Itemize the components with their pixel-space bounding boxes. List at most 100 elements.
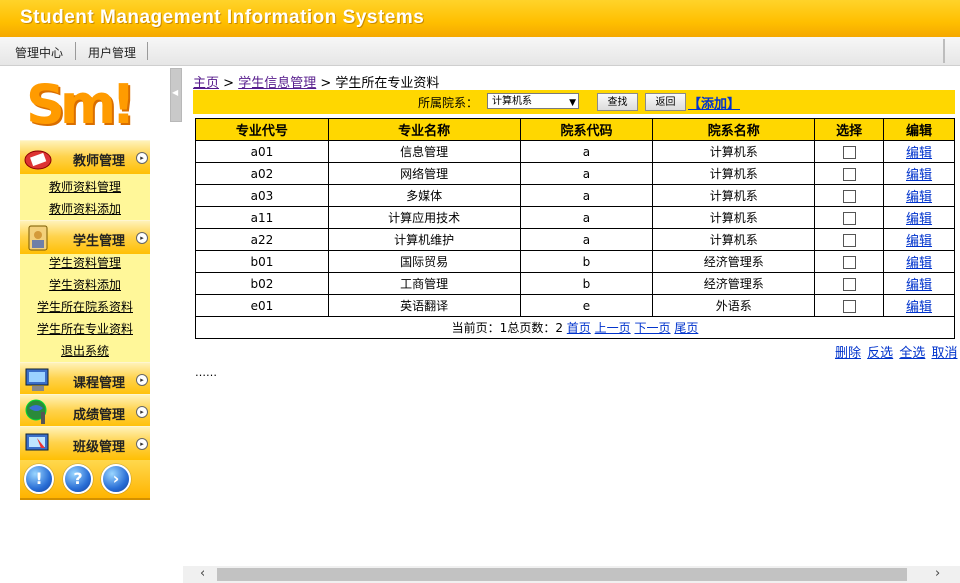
major-table: 专业代号 专业名称 院系代码 院系名称 选择 编辑 a01 信息管理 a 计算机… <box>195 118 955 339</box>
sidebar-link-student-manage[interactable]: 学生资料管理 <box>20 254 150 271</box>
cell-dept-name: 计算机系 <box>652 162 816 185</box>
cell-edit: 编辑 <box>883 206 955 229</box>
cell-major-name: 计算机维护 <box>327 228 521 251</box>
cell-major-name: 多媒体 <box>327 184 521 207</box>
edit-link[interactable]: 编辑 <box>906 278 932 293</box>
pager-total-label: 总页数： <box>507 321 556 335</box>
pager-total: 2 <box>555 321 563 335</box>
sidebar-section-label: 教师管理 <box>73 154 126 169</box>
cell-dept-code: a <box>519 228 654 251</box>
col-header-select: 选择 <box>814 118 885 141</box>
scroll-right-icon[interactable]: › <box>935 566 940 581</box>
edit-link[interactable]: 编辑 <box>906 146 932 161</box>
cell-major-code: e01 <box>195 294 329 317</box>
cell-dept-name: 经济管理系 <box>652 272 816 295</box>
sidebar-section-label: 班级管理 <box>73 440 126 455</box>
department-select[interactable]: 计算机系 ▼ <box>487 93 579 109</box>
help-icon[interactable]: ? <box>63 464 93 494</box>
sidebar-section-class[interactable]: 班级管理 ▸ <box>20 426 150 462</box>
back-button[interactable]: 返回 <box>645 93 686 111</box>
horizontal-scrollbar[interactable]: ‹ › <box>183 566 960 583</box>
row-checkbox[interactable] <box>842 299 856 313</box>
sidebar-link-student-department[interactable]: 学生所在院系资料 <box>20 298 150 315</box>
department-filter-label: 所属院系： <box>418 96 479 110</box>
add-link[interactable]: 【添加】 <box>688 93 740 112</box>
chevron-right-icon[interactable]: ▸ <box>136 374 148 386</box>
info-icon[interactable]: ! <box>24 464 54 494</box>
sidebar-section-grade[interactable]: 成绩管理 ▸ <box>20 394 150 430</box>
table-row: a01 信息管理 a 计算机系 编辑 <box>195 140 955 163</box>
cell-dept-name: 计算机系 <box>652 206 816 229</box>
sidebar-section-student[interactable]: 学生管理 ▸ <box>20 220 150 256</box>
cell-edit: 编辑 <box>883 294 955 317</box>
breadcrumb: 主页 > 学生信息管理 > 学生所在专业资料 <box>193 72 439 91</box>
cancel-link[interactable]: 取消 <box>931 346 957 361</box>
pager-last-link[interactable]: 尾页 <box>674 321 698 335</box>
sidebar-body-student: 学生资料管理 学生资料添加 学生所在院系资料 学生所在专业资料 退出系统 <box>20 254 150 362</box>
sidebar-section-teacher[interactable]: 教师管理 ▸ <box>20 140 150 176</box>
cell-major-name: 计算应用技术 <box>327 206 521 229</box>
sidebar-link-logout[interactable]: 退出系统 <box>20 342 150 359</box>
row-checkbox[interactable] <box>842 233 856 247</box>
scroll-left-icon[interactable]: ‹ <box>200 566 205 581</box>
sidebar-section-label: 学生管理 <box>73 234 126 249</box>
sidebar-link-teacher-manage[interactable]: 教师资料管理 <box>20 178 150 195</box>
row-checkbox[interactable] <box>842 255 856 269</box>
sidebar: Sm! 教师管理 ▸ 教师资料管理 教师资料添加 学生管理 ▸ 学生资料管理 学… <box>20 68 150 500</box>
filter-bar: 所属院系： 计算机系 ▼ 查找 返回 【添加】 <box>193 90 955 114</box>
breadcrumb-parent[interactable]: 学生信息管理 <box>238 76 316 91</box>
pager-first-link[interactable]: 首页 <box>567 321 591 335</box>
row-checkbox[interactable] <box>842 277 856 291</box>
student-icon <box>28 225 48 251</box>
footer-ellipsis: …… <box>195 366 217 379</box>
row-checkbox[interactable] <box>842 211 856 225</box>
cell-dept-code: b <box>519 272 654 295</box>
chevron-right-icon[interactable]: ▸ <box>136 152 148 164</box>
pager-prev-link[interactable]: 上一页 <box>595 321 631 335</box>
breadcrumb-home[interactable]: 主页 <box>193 76 219 91</box>
scrollbar-thumb[interactable] <box>217 568 907 581</box>
breadcrumb-separator: > <box>320 76 332 91</box>
cell-edit: 编辑 <box>883 228 955 251</box>
col-header-dept-name: 院系名称 <box>652 118 816 141</box>
row-checkbox[interactable] <box>842 167 856 181</box>
department-select-value: 计算机系 <box>492 96 532 107</box>
sidebar-collapse-handle[interactable]: ◀ <box>170 68 182 122</box>
row-checkbox[interactable] <box>842 189 856 203</box>
table-row: b01 国际贸易 b 经济管理系 编辑 <box>195 250 955 273</box>
delete-link[interactable]: 删除 <box>835 346 861 361</box>
cell-select <box>814 272 885 295</box>
edit-link[interactable]: 编辑 <box>906 190 932 205</box>
edit-link[interactable]: 编辑 <box>906 212 932 227</box>
chevron-right-icon[interactable]: ▸ <box>136 406 148 418</box>
edit-link[interactable]: 编辑 <box>906 256 932 271</box>
table-header-row: 专业代号 专业名称 院系代码 院系名称 选择 编辑 <box>195 118 955 141</box>
cell-major-code: b01 <box>195 250 329 273</box>
nav-separator <box>147 42 148 60</box>
cell-edit: 编辑 <box>883 184 955 207</box>
chevron-right-icon[interactable]: ▸ <box>136 438 148 450</box>
select-all-link[interactable]: 全选 <box>899 346 925 361</box>
sm-logo: Sm! <box>26 73 136 136</box>
row-checkbox[interactable] <box>842 145 856 159</box>
edit-link[interactable]: 编辑 <box>906 168 932 183</box>
sidebar-link-student-add[interactable]: 学生资料添加 <box>20 276 150 293</box>
cell-edit: 编辑 <box>883 140 955 163</box>
sidebar-section-course[interactable]: 课程管理 ▸ <box>20 362 150 398</box>
sidebar-link-student-major[interactable]: 学生所在专业资料 <box>20 320 150 337</box>
chevron-down-icon: ▼ <box>569 98 576 108</box>
search-button[interactable]: 查找 <box>597 93 638 111</box>
col-header-dept-code: 院系代码 <box>519 118 654 141</box>
pager-next-link[interactable]: 下一页 <box>634 321 670 335</box>
cell-major-code: a03 <box>195 184 329 207</box>
chevron-right-icon[interactable]: ▸ <box>136 232 148 244</box>
sidebar-link-teacher-add[interactable]: 教师资料添加 <box>20 200 150 217</box>
pager: 当前页：1总页数：2 首页 上一页 下一页 尾页 <box>195 316 955 339</box>
edit-link[interactable]: 编辑 <box>906 300 932 315</box>
nav-management-center[interactable]: 管理中心 <box>15 44 63 61</box>
invert-selection-link[interactable]: 反选 <box>867 346 893 361</box>
cell-dept-code: a <box>519 206 654 229</box>
nav-user-management[interactable]: 用户管理 <box>88 44 136 61</box>
next-icon[interactable]: › <box>101 464 131 494</box>
edit-link[interactable]: 编辑 <box>906 234 932 249</box>
